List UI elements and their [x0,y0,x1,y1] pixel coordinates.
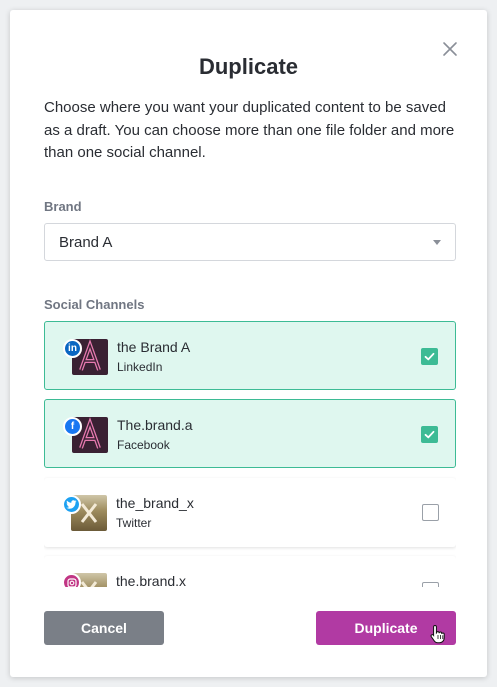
facebook-icon: f [63,417,82,436]
channel-checkbox[interactable] [422,504,439,521]
channel-item-instagram[interactable]: the.brand.x [44,556,456,587]
linkedin-icon: in [63,339,82,358]
dialog-description: Choose where you want your duplicated co… [44,99,455,161]
brand-select[interactable]: Brand A [44,223,456,261]
channel-item-facebook[interactable]: f The.brand.a Facebook [44,399,456,468]
channel-network: Twitter [116,516,152,530]
channel-checkbox[interactable] [421,426,438,443]
social-channels-label: Social Channels [44,297,145,312]
channel-network: LinkedIn [117,360,163,374]
brand-label: Brand [44,199,82,214]
dialog-title: Duplicate [198,54,299,79]
duplicate-dialog: Duplicate Choose where you want your dup… [10,10,487,677]
instagram-icon [62,573,81,587]
social-channels-list[interactable]: in the Brand A LinkedIn f The.brand.a Fa… [44,321,456,587]
chevron-down-icon [433,240,441,245]
channel-network: Facebook [117,438,170,452]
channel-item-twitter[interactable]: the_brand_x Twitter [44,478,456,547]
channel-name: The.brand.a [117,417,193,433]
channel-name: the.brand.x [116,573,187,587]
cancel-button[interactable]: Cancel [44,611,164,645]
twitter-icon [62,495,81,514]
close-icon[interactable] [441,40,459,58]
channel-name: the_brand_x [116,495,194,511]
channel-checkbox[interactable] [422,582,439,587]
channel-item-linkedin[interactable]: in the Brand A LinkedIn [44,321,456,390]
channel-name: the Brand A [117,339,191,355]
channel-checkbox[interactable] [421,348,438,365]
brand-select-value: Brand A [59,233,113,251]
hand-cursor-icon [430,624,446,644]
